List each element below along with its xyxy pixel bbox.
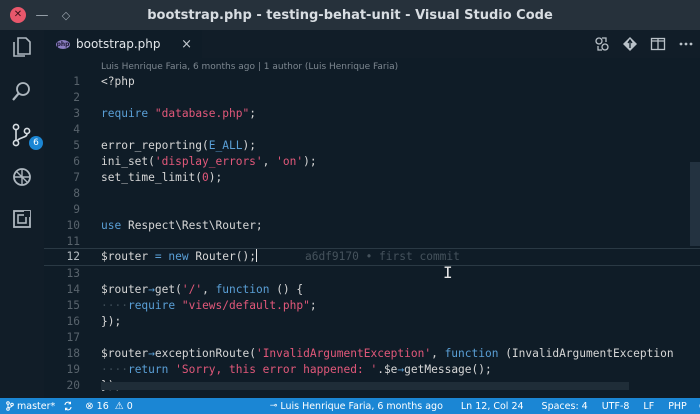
code-line: 13	[66, 267, 80, 280]
branch-name: master*	[17, 400, 56, 412]
close-tab-button[interactable]: ×	[181, 37, 192, 52]
problems-status[interactable]: ⊗ 16 ⚠ 0	[85, 401, 133, 412]
more-actions-icon[interactable]	[678, 36, 694, 52]
code-line: 14 $router→get('/', function () {	[66, 283, 304, 296]
code-line: 3 require "database.php";	[73, 107, 256, 120]
editor-actions	[594, 36, 694, 52]
window-title: bootstrap.php - testing-behat-unit - Vis…	[147, 7, 553, 23]
code-line: 16});	[66, 315, 122, 328]
warning-count: 0	[126, 400, 133, 412]
source-control-icon[interactable]: 6	[9, 122, 43, 150]
explorer-icon[interactable]	[9, 34, 35, 60]
encoding-status[interactable]: UTF-8	[602, 401, 630, 412]
search-icon[interactable]	[9, 78, 35, 104]
code-line: 2	[73, 91, 80, 104]
debug-icon[interactable]	[9, 164, 35, 190]
split-editor-icon[interactable]	[650, 36, 666, 52]
scm-count-badge: 6	[29, 136, 43, 150]
vertical-scrollbar-thumb[interactable]	[690, 162, 700, 246]
code-line: 8	[73, 187, 80, 200]
blame-status-label: Luis Henrique Faria, 6 months ago	[280, 400, 443, 412]
code-line: 7 set_time_limit(0);	[73, 171, 223, 184]
error-count: 16	[96, 400, 109, 412]
maximize-window-button[interactable]: ◇	[58, 7, 74, 23]
title-bar: ✕ — ◇ bootstrap.php - testing-behat-unit…	[0, 0, 700, 30]
code-line: 9	[73, 203, 80, 216]
git-commit-icon: ⊸	[269, 401, 278, 411]
warning-icon: ⚠	[114, 400, 124, 412]
close-window-button[interactable]: ✕	[10, 7, 26, 23]
branch-status[interactable]: master*	[6, 401, 55, 412]
code-line: 4	[73, 123, 80, 136]
cursor-position[interactable]: Ln 12, Col 24	[461, 401, 524, 412]
blame-status[interactable]: ⊸ Luis Henrique Faria, 6 months ago	[270, 401, 443, 412]
tab-label: bootstrap.php	[76, 37, 161, 51]
minimize-window-button[interactable]: —	[34, 7, 50, 23]
open-changes-icon[interactable]	[594, 36, 610, 52]
code-line: 15 ····require "views/default.php";	[66, 299, 317, 312]
code-line: 5 error_reporting(E_ALL);	[73, 139, 256, 152]
activity-bar: 6	[0, 30, 44, 398]
language-mode[interactable]: PHP	[668, 401, 687, 412]
git-branch-icon	[6, 401, 14, 411]
code-line: 17	[66, 331, 80, 344]
sync-icon[interactable]	[63, 401, 73, 411]
window-controls: ✕ — ◇	[10, 7, 74, 23]
code-line: 6 ini_set('display_errors', 'on');	[73, 155, 317, 168]
blame-codelens[interactable]: Luis Henrique Faria, 6 months ago | 1 au…	[101, 62, 398, 72]
code-line: 18 $router→exceptionRoute('InvalidArgumen…	[66, 347, 674, 360]
text-cursor	[255, 249, 257, 262]
tab-bootstrap-php[interactable]: php bootstrap.php ×	[44, 30, 202, 58]
ibeam-cursor-icon: I	[443, 263, 453, 282]
code-line: 19 ····return 'Sorry, this error happened…	[66, 363, 492, 376]
code-line: 10 use Respect\Rest\Router;	[66, 219, 263, 232]
code-editor[interactable]: Luis Henrique Faria, 6 months ago | 1 au…	[44, 58, 700, 398]
vertical-scrollbar[interactable]	[690, 58, 700, 398]
code-line: 1 <?php	[73, 75, 135, 88]
indentation-status[interactable]: Spaces: 4	[542, 401, 588, 412]
current-code-line: 12 $router = new Router(); a6df9170 • firs…	[44, 248, 700, 266]
tab-bar: php bootstrap.php ×	[44, 30, 700, 58]
git-commit-icon[interactable]	[622, 36, 638, 52]
horizontal-scrollbar[interactable]	[101, 382, 629, 390]
error-icon: ⊗	[85, 400, 94, 412]
php-file-icon: php	[56, 39, 70, 49]
inline-blame: a6df9170 • first commit	[304, 250, 460, 263]
extensions-icon[interactable]	[9, 206, 35, 232]
status-bar: master* ⊗ 16 ⚠ 0 ⊸ Luis Henrique Faria, …	[0, 398, 700, 414]
eol-status[interactable]: LF	[643, 401, 654, 412]
